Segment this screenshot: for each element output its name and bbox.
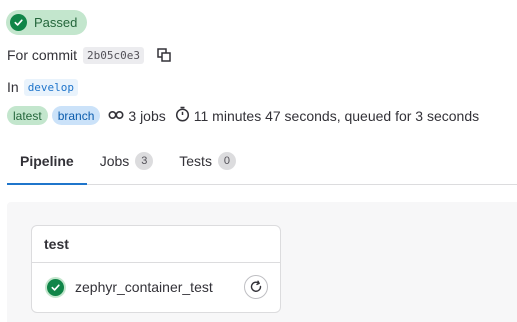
branch-badge: branch	[51, 106, 101, 125]
status-label: Passed	[34, 15, 78, 30]
commit-sha-link[interactable]: 2b05c0e3	[83, 46, 144, 64]
latest-badge: latest	[7, 106, 48, 125]
tab-jobs[interactable]: Jobs 3	[87, 138, 167, 184]
pipeline-meta-row: latest branch 3 jobs 11 minutes 47 secon…	[7, 105, 479, 126]
commit-row: For commit 2b05c0e3	[7, 45, 174, 65]
stage-title: test	[32, 226, 280, 263]
branch-link[interactable]: develop	[23, 78, 79, 96]
pipeline-status-badge: Passed	[6, 10, 88, 35]
retry-icon[interactable]	[244, 275, 268, 299]
jobs-count-text: 3 jobs	[128, 107, 166, 124]
job-item[interactable]: zephyr_container_test	[32, 263, 280, 311]
duration: 11 minutes 47 seconds, queued for 3 seco…	[175, 106, 479, 125]
check-circle-icon	[10, 14, 27, 31]
tab-label: Tests	[179, 153, 212, 169]
tab-pipeline[interactable]: Pipeline	[7, 138, 87, 185]
pipeline-icon	[108, 108, 124, 124]
jobs-count-badge: 3	[135, 152, 154, 170]
jobs-count: 3 jobs	[108, 107, 166, 124]
branch-prefix: In	[7, 79, 19, 95]
duration-text: 11 minutes 47 seconds, queued for 3 seco…	[193, 107, 480, 124]
stage-card: test zephyr_container_test	[31, 225, 281, 313]
tab-tests[interactable]: Tests 0	[166, 138, 249, 184]
pipeline-graph: test zephyr_container_test	[7, 202, 517, 322]
commit-prefix: For commit	[7, 47, 77, 63]
job-status-icon	[45, 276, 66, 298]
tab-label: Pipeline	[20, 152, 74, 169]
timer-icon	[175, 106, 190, 125]
job-name[interactable]: zephyr_container_test	[75, 279, 213, 295]
tab-label: Jobs	[99, 153, 130, 169]
tests-count-badge: 0	[217, 152, 236, 170]
copy-icon[interactable]	[154, 45, 174, 65]
branch-row: In develop	[7, 77, 79, 97]
pipeline-tabs: Pipeline Jobs 3 Tests 0	[7, 138, 517, 185]
